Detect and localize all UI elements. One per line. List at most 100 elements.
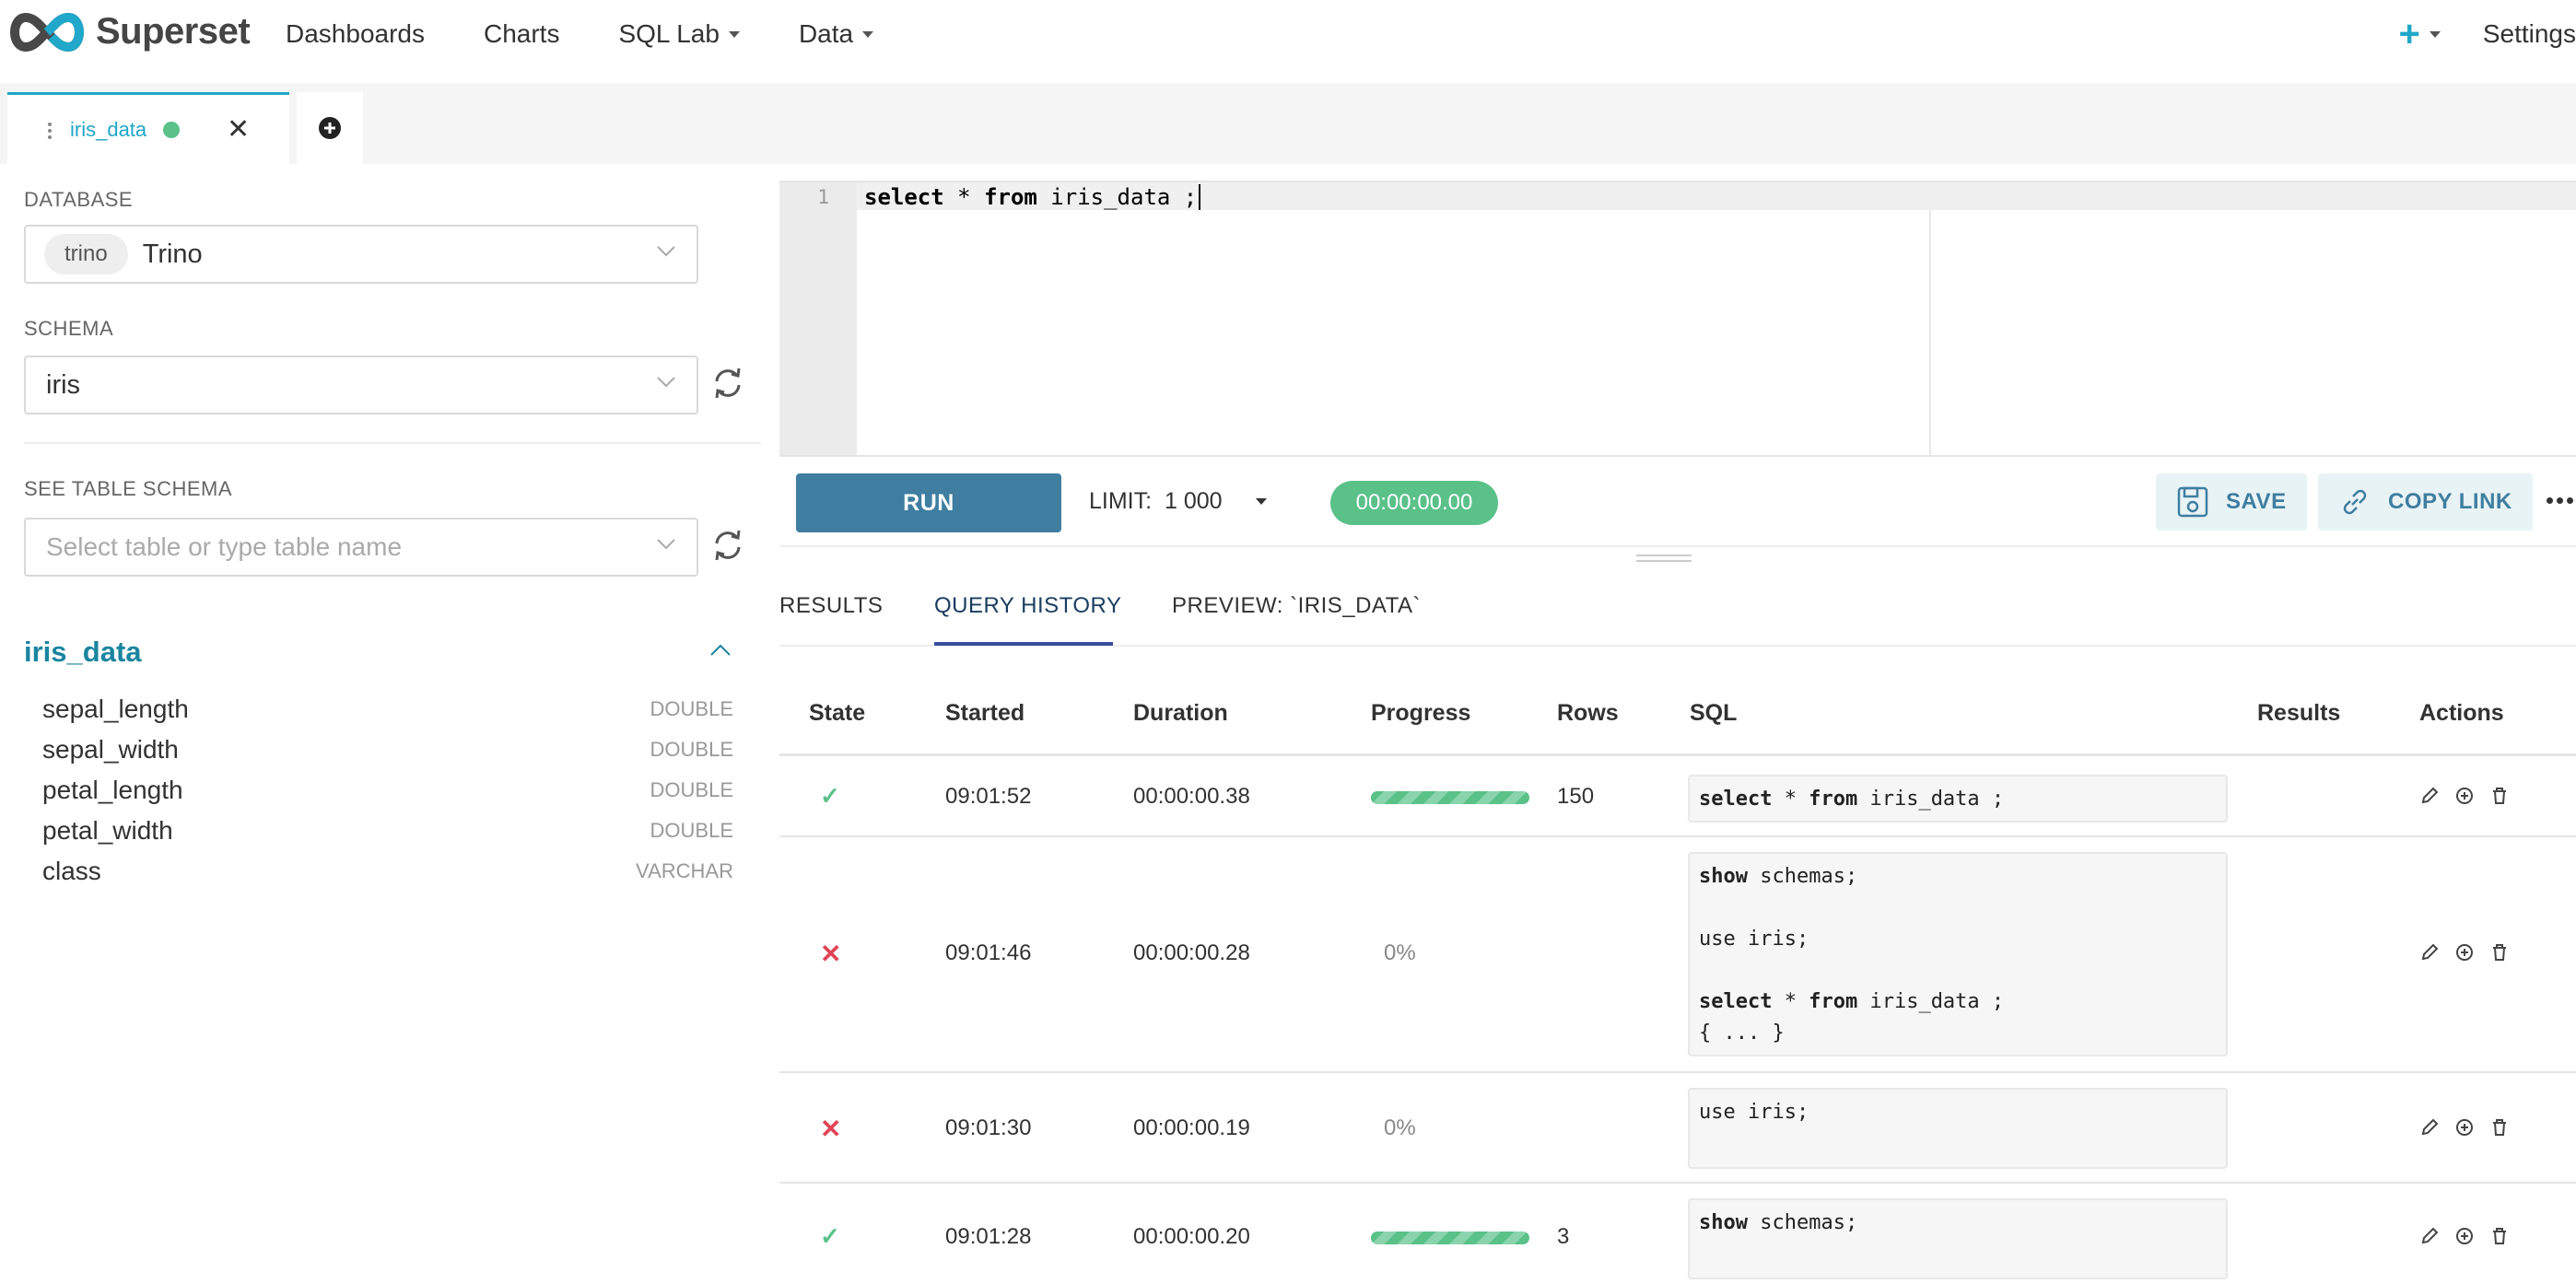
tab-results[interactable]: RESULTS bbox=[779, 593, 883, 619]
column-row: petal_length DOUBLE bbox=[42, 770, 733, 811]
cross-icon: ✕ bbox=[820, 940, 842, 968]
header-sql[interactable]: SQL bbox=[1690, 700, 1737, 727]
database-select[interactable]: trino Trino bbox=[24, 225, 698, 284]
menu-dashboards[interactable]: Dashboards bbox=[286, 19, 425, 49]
copy-link-button[interactable]: COPY LINK bbox=[2318, 473, 2533, 531]
header-results[interactable]: Results bbox=[2257, 700, 2340, 727]
pencil-icon[interactable] bbox=[2419, 786, 2440, 806]
header-state[interactable]: State bbox=[809, 700, 865, 727]
run-button[interactable]: RUN bbox=[796, 473, 1061, 532]
header-actions[interactable]: Actions bbox=[2419, 700, 2504, 727]
left-sidebar: DATABASE trino Trino SCHEMA iris SEE TAB… bbox=[0, 164, 765, 1284]
pencil-icon[interactable] bbox=[2419, 942, 2440, 963]
schema-select[interactable]: iris bbox=[24, 356, 698, 414]
started-cell: 09:01:46 bbox=[945, 940, 1032, 965]
column-type: DOUBLE bbox=[650, 697, 733, 720]
active-tab-indicator bbox=[934, 642, 1113, 646]
sql-cell[interactable]: show schemas; bbox=[1688, 1198, 2228, 1279]
chevron-down-icon bbox=[657, 539, 675, 550]
main-menu: Dashboards Charts SQL Lab Data bbox=[286, 0, 932, 68]
plus-circle-icon[interactable] bbox=[2454, 942, 2475, 963]
save-button[interactable]: SAVE bbox=[2156, 473, 2307, 531]
sql-keyword: show bbox=[1699, 1211, 1748, 1234]
progress-text: 0% bbox=[1384, 940, 1416, 965]
check-icon: ✓ bbox=[820, 782, 840, 810]
link-icon bbox=[2343, 489, 2367, 515]
sql-cell[interactable]: show schemas; use iris; select * from ir… bbox=[1688, 852, 2228, 1056]
plus-circle-icon[interactable] bbox=[2454, 786, 2475, 806]
tab-query-history[interactable]: QUERY HISTORY bbox=[934, 593, 1121, 619]
add-tab-button[interactable] bbox=[297, 92, 363, 164]
menu-charts[interactable]: Charts bbox=[484, 19, 559, 49]
sql-text: iris_data ; bbox=[1036, 184, 1198, 210]
column-row: petal_width DOUBLE bbox=[42, 811, 733, 851]
duration-cell: 00:00:00.19 bbox=[1133, 1115, 1250, 1140]
superset-logo[interactable]: Superset bbox=[6, 11, 251, 53]
rows-cell: 3 bbox=[1557, 1224, 1570, 1249]
table-select[interactable]: Select table or type table name bbox=[24, 518, 698, 577]
schema-label: SCHEMA bbox=[24, 317, 114, 340]
limit-dropdown[interactable]: LIMIT: 1 000 bbox=[1089, 488, 1267, 515]
editor-gutter: 1 bbox=[779, 182, 857, 455]
trash-icon[interactable] bbox=[2489, 1226, 2510, 1246]
table-name-header[interactable]: iris_data bbox=[24, 636, 142, 669]
plus-circle-icon[interactable] bbox=[2454, 1117, 2475, 1138]
sql-text: * bbox=[943, 184, 985, 210]
trash-icon[interactable] bbox=[2489, 1117, 2510, 1138]
superset-logo-icon bbox=[10, 12, 84, 52]
sql-cell[interactable]: use iris; bbox=[1688, 1088, 2228, 1169]
check-icon: ✓ bbox=[820, 1222, 840, 1250]
column-name: petal_length bbox=[42, 776, 183, 804]
editor-toolbar: RUN LIMIT: 1 000 00:00:00.00 SAVE COPY L… bbox=[779, 459, 2576, 547]
settings-menu[interactable]: Settings bbox=[2483, 19, 2576, 49]
sql-cell[interactable]: select * from iris_data ; bbox=[1688, 775, 2228, 823]
sql-keyword: select bbox=[1699, 990, 1773, 1013]
refresh-tables-icon[interactable] bbox=[709, 527, 746, 564]
header-rows[interactable]: Rows bbox=[1557, 700, 1619, 727]
header-duration[interactable]: Duration bbox=[1133, 700, 1228, 727]
header-progress[interactable]: Progress bbox=[1371, 700, 1470, 727]
resize-handle[interactable] bbox=[1636, 554, 1692, 566]
refresh-schema-icon[interactable] bbox=[709, 365, 746, 402]
brand-name: Superset bbox=[96, 11, 251, 52]
more-options-icon[interactable] bbox=[2547, 497, 2576, 504]
started-cell: 09:01:30 bbox=[945, 1115, 1032, 1140]
new-item-button[interactable]: + bbox=[2398, 14, 2441, 55]
query-tab-label: iris_data bbox=[70, 117, 147, 141]
header-started[interactable]: Started bbox=[945, 700, 1025, 727]
menu-data[interactable]: Data bbox=[799, 19, 874, 49]
pencil-icon[interactable] bbox=[2419, 1117, 2440, 1138]
chevron-up-icon[interactable] bbox=[709, 643, 732, 658]
duration-cell: 00:00:00.20 bbox=[1133, 1224, 1250, 1249]
plus-circle-icon[interactable] bbox=[2454, 1226, 2475, 1246]
trash-icon[interactable] bbox=[2489, 942, 2510, 963]
query-status-dot bbox=[163, 121, 181, 138]
trash-icon[interactable] bbox=[2489, 786, 2510, 806]
menu-sql-lab[interactable]: SQL Lab bbox=[618, 19, 740, 49]
sql-keyword: select bbox=[1699, 788, 1773, 811]
drag-handle-icon[interactable] bbox=[48, 123, 53, 142]
pencil-icon[interactable] bbox=[2419, 1226, 2440, 1246]
started-cell: 09:01:28 bbox=[945, 1224, 1032, 1249]
progress-bar bbox=[1371, 1231, 1529, 1244]
column-type: VARCHAR bbox=[636, 859, 733, 882]
schema-value: iris bbox=[46, 369, 81, 400]
query-tab[interactable]: iris_data ✕ bbox=[7, 92, 289, 164]
code-line[interactable]: select * from iris_data ; bbox=[864, 184, 1201, 210]
rows-cell: 150 bbox=[1557, 784, 1595, 809]
save-icon bbox=[2177, 486, 2208, 518]
column-name: class bbox=[42, 857, 101, 885]
close-tab-icon[interactable]: ✕ bbox=[227, 113, 250, 146]
column-name: petal_width bbox=[42, 816, 173, 845]
table-row: ✓ 09:01:52 00:00:00.38 150 select * from… bbox=[779, 756, 2576, 837]
column-type: DOUBLE bbox=[650, 778, 733, 801]
sql-editor[interactable]: 1 select * from iris_data ; bbox=[779, 181, 2576, 457]
duration-cell: 00:00:00.28 bbox=[1133, 940, 1250, 965]
tab-preview[interactable]: PREVIEW: `IRIS_DATA` bbox=[1172, 593, 1421, 619]
query-tab-bar: iris_data ✕ bbox=[0, 83, 2576, 164]
column-row: sepal_length DOUBLE bbox=[42, 689, 733, 730]
column-row: class VARCHAR bbox=[42, 851, 733, 892]
sql-keyword: from bbox=[1809, 788, 1858, 811]
row-actions bbox=[2419, 786, 2524, 806]
chevron-down-icon bbox=[657, 246, 675, 257]
